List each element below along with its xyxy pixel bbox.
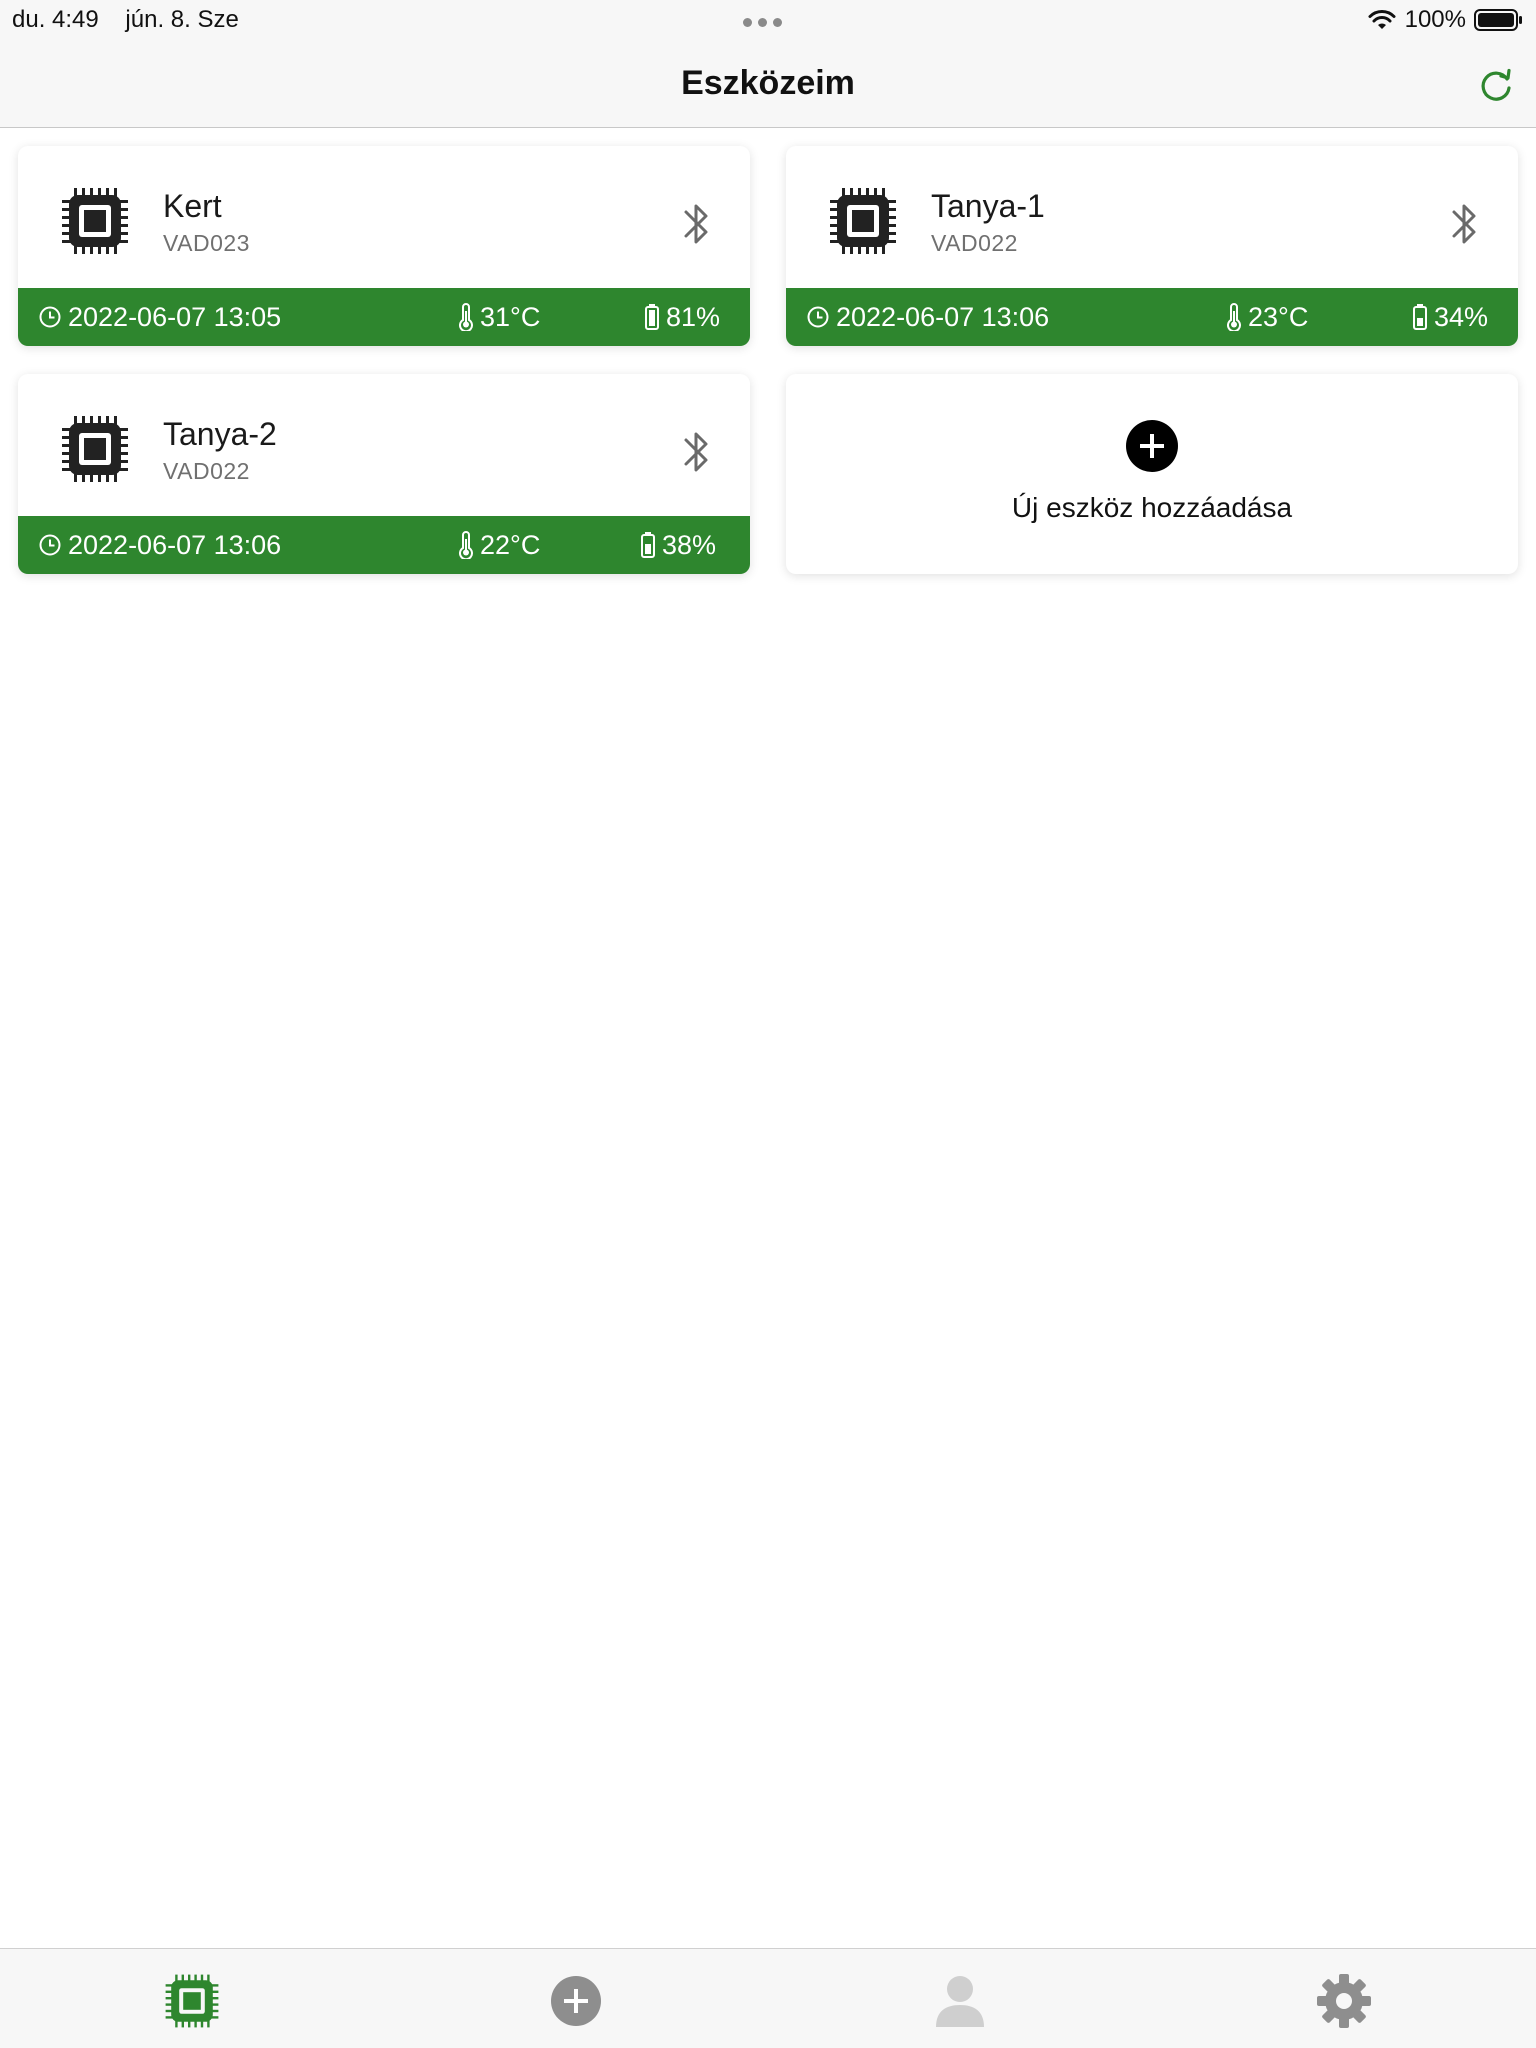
tab-profile[interactable] <box>930 1971 990 2031</box>
gear-icon <box>1317 1974 1371 2028</box>
refresh-icon <box>1481 68 1511 101</box>
bluetooth-icon <box>684 204 708 244</box>
chip-icon <box>62 416 128 482</box>
tab-bar <box>0 1948 1536 2048</box>
status-date: jún. 8. Sze <box>125 6 239 33</box>
temperature-value: 23°C <box>1248 301 1309 332</box>
status-right: 100% <box>1367 6 1524 34</box>
tab-devices[interactable] <box>162 1971 222 2031</box>
last-update: 2022-06-07 13:05 <box>38 302 281 333</box>
add-device-label: Új eszköz hozzáadása <box>1011 492 1293 523</box>
device-id: VAD023 <box>163 230 250 256</box>
battery-icon <box>1474 9 1522 31</box>
temperature-value: 31°C <box>480 301 541 332</box>
plus-circle-icon <box>551 1976 601 2026</box>
clock-icon <box>807 306 829 328</box>
battery-level: 38% <box>640 530 716 561</box>
person-icon <box>936 1976 984 2027</box>
battery-value: 81% <box>666 301 721 332</box>
navigation-bar: Eszközeim <box>0 40 1536 128</box>
battery-level: 34% <box>1412 302 1488 333</box>
device-card[interactable]: Kert VAD023 2022-06-07 13:05 31°C 81% <box>18 146 750 346</box>
thermometer-icon <box>1227 303 1241 331</box>
status-left: du. 4:49 jún. 8. Sze <box>12 6 239 34</box>
chip-icon <box>62 188 128 254</box>
device-status-bar: 2022-06-07 13:06 22°C 38% <box>18 516 750 574</box>
bluetooth-icon <box>1452 204 1476 244</box>
battery-value: 38% <box>662 529 717 560</box>
status-bar: du. 4:49 jún. 8. Sze 100% <box>0 0 1536 40</box>
timestamp: 2022-06-07 13:06 <box>68 529 282 560</box>
temperature-value: 22°C <box>480 529 541 560</box>
tab-settings[interactable] <box>1314 1971 1374 2031</box>
clock-icon <box>39 306 61 328</box>
battery-percentage: 100% <box>1404 6 1466 33</box>
device-id: VAD022 <box>163 458 250 484</box>
device-name: Tanya-1 <box>931 188 1045 224</box>
temperature: 22°C <box>458 530 540 561</box>
bluetooth-icon <box>684 432 708 472</box>
timestamp: 2022-06-07 13:06 <box>836 301 1050 332</box>
device-name: Kert <box>163 188 222 224</box>
temperature: 31°C <box>458 302 540 333</box>
chip-icon <box>830 188 896 254</box>
device-card[interactable]: Tanya-2 VAD022 2022-06-07 13:06 22°C 38% <box>18 374 750 574</box>
refresh-button[interactable] <box>1472 62 1520 110</box>
last-update: 2022-06-07 13:06 <box>806 302 1049 333</box>
device-status-bar: 2022-06-07 13:06 23°C 34% <box>786 288 1518 346</box>
tab-add-device[interactable] <box>546 1971 606 2031</box>
clock-icon <box>39 534 61 556</box>
chip-icon <box>165 1974 219 2028</box>
temperature: 23°C <box>1226 302 1308 333</box>
thermometer-icon <box>459 303 473 331</box>
device-status-bar: 2022-06-07 13:05 31°C 81% <box>18 288 750 346</box>
battery-vertical-icon <box>641 532 655 558</box>
add-device-card[interactable]: Új eszköz hozzáadása <box>786 374 1518 574</box>
battery-vertical-icon <box>645 304 659 330</box>
device-card[interactable]: Tanya-1 VAD022 2022-06-07 13:06 23°C 34% <box>786 146 1518 346</box>
battery-value: 34% <box>1434 301 1489 332</box>
thermometer-icon <box>459 531 473 559</box>
timestamp: 2022-06-07 13:05 <box>68 301 282 332</box>
battery-vertical-icon <box>1413 304 1427 330</box>
wifi-icon <box>1368 10 1396 29</box>
device-id: VAD022 <box>931 230 1018 256</box>
device-name: Tanya-2 <box>163 416 277 452</box>
last-update: 2022-06-07 13:06 <box>38 530 281 561</box>
battery-level: 81% <box>644 302 720 333</box>
status-time: du. 4:49 <box>12 6 99 33</box>
multitasking-dots-icon[interactable] <box>743 18 782 27</box>
plus-circle-icon <box>1126 420 1178 472</box>
page-title: Eszközeim <box>681 64 855 102</box>
